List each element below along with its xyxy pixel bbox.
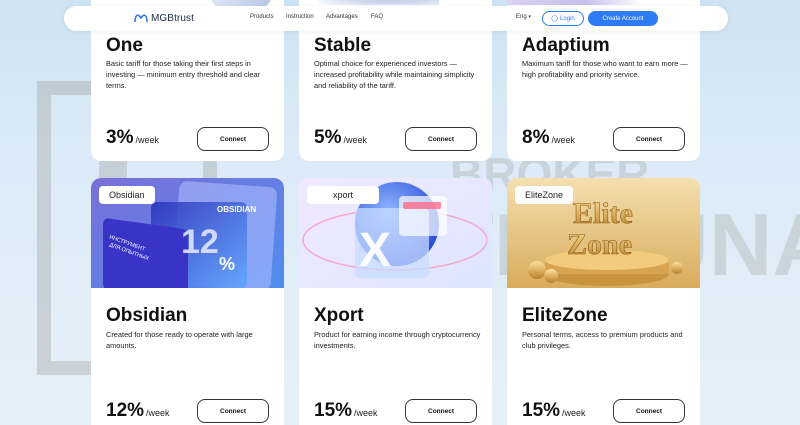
card-title: Obsidian — [106, 305, 188, 326]
card-image-tag: xport — [307, 186, 380, 204]
tariff-card-xport: X xport Xport Product for earning income… — [299, 178, 492, 425]
language-label: Eng — [516, 14, 527, 20]
card-title: Xport — [314, 305, 364, 326]
card-title: EliteZone — [522, 305, 608, 326]
create-account-button[interactable]: Create Account — [588, 11, 658, 26]
rate-value: 3% — [106, 127, 134, 148]
elitezone-line2: Zone — [567, 228, 632, 261]
card-title: Adaptium — [522, 35, 610, 56]
obsidian-brand-text: OBSIDIAN — [217, 205, 256, 214]
nav-link-advantages[interactable]: Advantages — [326, 14, 358, 20]
tariff-card-elitezone: Elite Zone EliteZone EliteZone Personal … — [507, 178, 700, 425]
login-button[interactable]: ◯ Login — [542, 11, 584, 26]
rate-value: 15% — [522, 400, 561, 421]
card-rate: 12% /week — [106, 400, 170, 422]
card-image-tag: EliteZone — [515, 186, 574, 204]
card-title: One — [106, 35, 143, 56]
rate-unit: /week — [343, 135, 367, 145]
rate-unit: /week — [354, 408, 378, 418]
login-label: Login — [560, 15, 575, 22]
elitezone-line1: Elite — [573, 197, 633, 230]
card-image-tag: Obsidian — [99, 186, 155, 204]
card-rate: 8% /week — [522, 127, 575, 149]
card-description: Created for those ready to operate with … — [106, 330, 253, 350]
rate-value: 15% — [314, 400, 353, 421]
rate-unit: /week — [146, 408, 170, 418]
card-description: Basic tariff for those taking their firs… — [106, 59, 261, 90]
rate-value: 12% — [106, 400, 145, 421]
connect-button[interactable]: Connect — [197, 399, 269, 423]
card-description: Maximum tariff for those who want to ear… — [522, 59, 688, 79]
card-description: Optimal choice for experienced investors… — [314, 59, 475, 90]
connect-button[interactable]: Connect — [405, 127, 477, 151]
xport-letter: X — [359, 224, 391, 277]
chevron-down-icon: ▾ — [528, 14, 531, 20]
connect-button[interactable]: Connect — [197, 127, 269, 151]
obsidian-percent-text: 12 — [181, 223, 219, 261]
connect-button[interactable]: Connect — [405, 399, 477, 423]
card-rate: 15% /week — [522, 400, 586, 422]
language-selector[interactable]: Eng ▾ — [516, 14, 531, 20]
top-navbar: MGBtrust Products Instruction Advantages… — [64, 6, 728, 31]
card-rate: 3% /week — [106, 127, 159, 149]
nav-link-faq[interactable]: FAQ — [371, 14, 383, 20]
card-description: Product for earning income through crypt… — [314, 330, 481, 350]
brand-name: MGBtrust — [151, 12, 195, 24]
card-description: Personal terms, access to premium produc… — [522, 330, 683, 350]
rate-value: 5% — [314, 127, 342, 148]
rate-unit: /week — [562, 408, 586, 418]
rate-value: 8% — [522, 127, 550, 148]
card-rate: 15% /week — [314, 400, 378, 422]
mgb-logo-icon — [134, 14, 148, 23]
obsidian-percent-sign: % — [219, 254, 235, 274]
card-rate: 5% /week — [314, 127, 367, 149]
connect-button[interactable]: Connect — [613, 127, 685, 151]
brand-logo[interactable]: MGBtrust — [134, 12, 194, 24]
connect-button[interactable]: Connect — [613, 399, 685, 423]
nav-link-instruction[interactable]: Instruction — [286, 14, 314, 20]
rate-unit: /week — [551, 135, 575, 145]
rate-unit: /week — [135, 135, 159, 145]
card-top-image — [319, 0, 439, 5]
nav-link-products[interactable]: Products — [250, 14, 274, 20]
user-icon: ◯ — [551, 16, 559, 22]
tariff-card-obsidian: OBSIDIAN 12 % ИНСТРУМЕНТ ДЛЯ ОПЫТНЫХ Obs… — [91, 178, 284, 425]
card-top-image — [507, 0, 700, 5]
card-title: Stable — [314, 35, 372, 56]
